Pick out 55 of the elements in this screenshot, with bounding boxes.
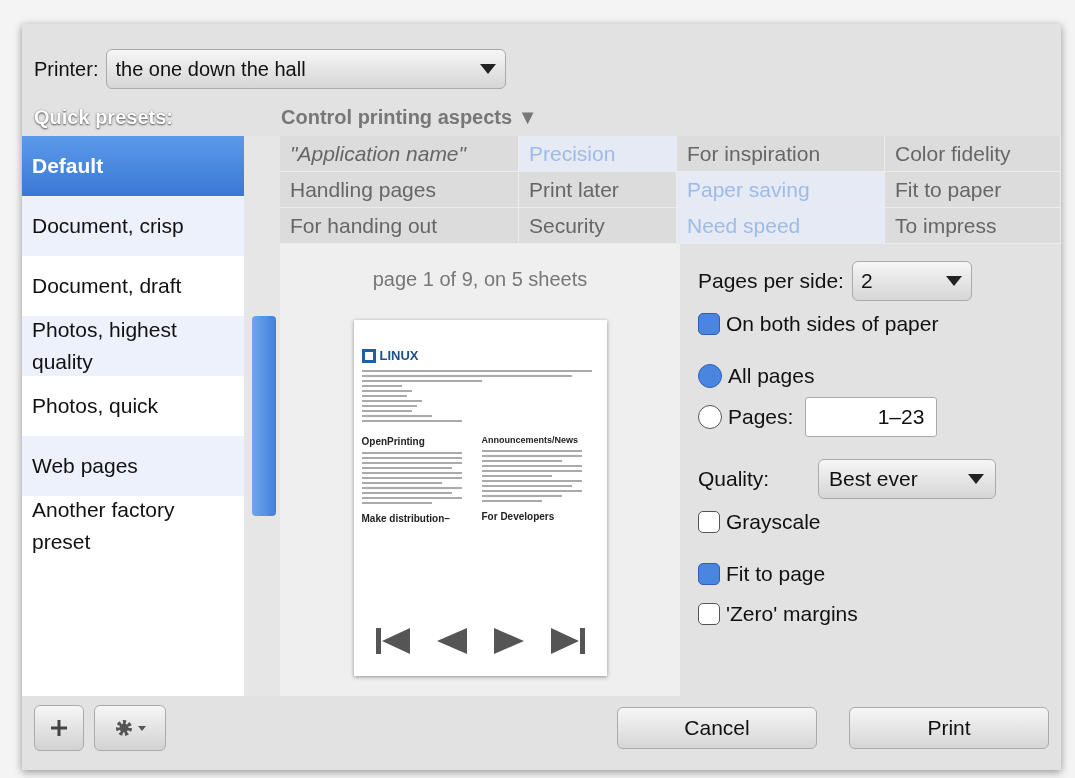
printer-dropdown[interactable]: the one down the hall xyxy=(106,48,507,89)
pages-per-side-label: Pages per side: xyxy=(698,268,844,295)
settings-button[interactable] xyxy=(94,705,166,751)
checkbox-label: On both sides of paper xyxy=(726,311,939,338)
checkbox-label: 'Zero' margins xyxy=(726,601,858,628)
column-heading: For Developers xyxy=(481,510,556,524)
aspect-cell[interactable]: "Application name" xyxy=(280,136,519,172)
first-page-icon[interactable] xyxy=(373,626,412,656)
aspect-cell[interactable]: For handing out xyxy=(280,208,519,244)
preset-item[interactable]: Default xyxy=(22,136,244,196)
caret-icon xyxy=(138,725,146,731)
dropdown-arrow-icon xyxy=(967,473,985,485)
dropdown-arrow-icon xyxy=(944,275,963,287)
column-heading: OpenPrinting xyxy=(361,434,426,449)
plus-icon xyxy=(50,719,68,737)
cancel-button[interactable]: Cancel xyxy=(617,707,817,749)
aspect-cell[interactable]: Handling pages xyxy=(280,172,519,208)
checkbox-label: Fit to page xyxy=(726,561,826,588)
print-button[interactable]: Print xyxy=(849,707,1049,749)
checkbox-label: Grayscale xyxy=(726,509,821,536)
aspect-cell[interactable]: Fit to paper xyxy=(885,172,1061,208)
column-heading: Announcements/News xyxy=(481,433,580,447)
quality-label: Quality: xyxy=(698,466,771,493)
scrollbar-thumb[interactable] xyxy=(252,316,276,516)
next-page-icon[interactable] xyxy=(491,626,526,656)
aspect-cell[interactable]: To impress xyxy=(885,208,1061,244)
checkbox[interactable] xyxy=(698,563,720,585)
pages-per-side-dropdown[interactable]: 2 xyxy=(851,261,972,301)
aspects-heading[interactable]: Control printing aspects ▼ xyxy=(281,102,538,132)
presets-heading: Quick presets: xyxy=(33,105,174,132)
radio-label: All pages xyxy=(728,363,815,390)
logo-text: LINUX xyxy=(379,347,419,365)
radio-label: Pages: xyxy=(728,404,794,431)
radio-button[interactable] xyxy=(698,364,722,388)
preset-item[interactable]: Photos, highest quality xyxy=(22,316,244,376)
column-heading: Make distribution– xyxy=(361,511,451,526)
quality-dropdown[interactable]: Best ever xyxy=(818,459,996,499)
aspect-cell[interactable]: For inspiration xyxy=(677,136,885,172)
settings-icon xyxy=(114,718,134,738)
aspect-cell[interactable]: Color fidelity xyxy=(885,136,1061,172)
checkbox[interactable] xyxy=(698,313,720,335)
preset-item[interactable]: Web pages xyxy=(22,436,244,496)
checkbox[interactable] xyxy=(698,511,720,533)
aspect-cell[interactable]: Security xyxy=(519,208,677,244)
page-range-field[interactable]: 1–23 xyxy=(805,397,938,437)
printer-label: Printer: xyxy=(34,56,99,82)
last-page-icon[interactable] xyxy=(548,626,587,656)
dropdown-arrow-icon xyxy=(479,62,498,75)
checkbox[interactable] xyxy=(698,603,720,625)
preset-item[interactable]: Document, crisp xyxy=(22,196,244,256)
add-button[interactable] xyxy=(34,705,84,751)
radio-button[interactable] xyxy=(698,405,722,429)
aspect-cell[interactable]: Print later xyxy=(519,172,677,208)
logo-icon xyxy=(361,348,376,363)
page-caption: page 1 of 9, on 5 sheets xyxy=(372,267,588,292)
